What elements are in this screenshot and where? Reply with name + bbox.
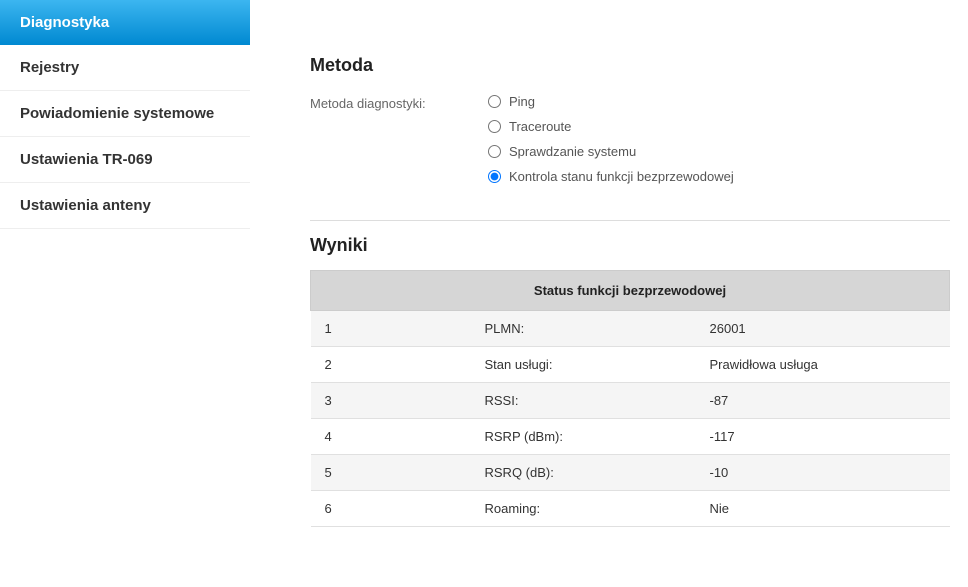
section-divider xyxy=(310,220,950,221)
results-table-header: Status funkcji bezprzewodowej xyxy=(311,271,950,311)
method-label: Metoda diagnostyki: xyxy=(310,94,488,111)
sidebar-item-anteny[interactable]: Ustawienia anteny xyxy=(0,183,250,229)
cell-idx: 2 xyxy=(311,347,471,383)
results-table: Status funkcji bezprzewodowej 1 PLMN: 26… xyxy=(310,270,950,527)
radio-option-wireless[interactable]: Kontrola stanu funkcji bezprzewodowej xyxy=(488,169,734,184)
radio-ping[interactable] xyxy=(488,95,501,108)
cell-val: -10 xyxy=(696,455,950,491)
table-row: 1 PLMN: 26001 xyxy=(311,311,950,347)
sidebar-item-tr069[interactable]: Ustawienia TR-069 xyxy=(0,137,250,183)
cell-key: RSRQ (dB): xyxy=(471,455,696,491)
main-content: Metoda Metoda diagnostyki: Ping Tracerou… xyxy=(250,0,968,587)
cell-idx: 4 xyxy=(311,419,471,455)
radio-wireless[interactable] xyxy=(488,170,501,183)
sidebar-item-powiadomienie[interactable]: Powiadomienie systemowe xyxy=(0,91,250,137)
cell-val: -87 xyxy=(696,383,950,419)
cell-val: 26001 xyxy=(696,311,950,347)
cell-idx: 6 xyxy=(311,491,471,527)
cell-key: PLMN: xyxy=(471,311,696,347)
radio-option-ping[interactable]: Ping xyxy=(488,94,734,109)
radio-traceroute[interactable] xyxy=(488,120,501,133)
table-row: 2 Stan usługi: Prawidłowa usługa xyxy=(311,347,950,383)
cell-val: Nie xyxy=(696,491,950,527)
radio-option-syscheck[interactable]: Sprawdzanie systemu xyxy=(488,144,734,159)
sidebar-item-diagnostyka[interactable]: Diagnostyka xyxy=(0,0,250,45)
cell-idx: 5 xyxy=(311,455,471,491)
cell-idx: 3 xyxy=(311,383,471,419)
cell-key: RSSI: xyxy=(471,383,696,419)
sidebar-item-label: Diagnostyka xyxy=(20,14,109,31)
radio-label: Kontrola stanu funkcji bezprzewodowej xyxy=(509,169,734,184)
radio-label: Ping xyxy=(509,94,535,109)
sidebar-item-label: Ustawienia anteny xyxy=(20,197,151,214)
method-section-title: Metoda xyxy=(310,55,950,76)
cell-val: -117 xyxy=(696,419,950,455)
method-radio-group: Ping Traceroute Sprawdzanie systemu Kont… xyxy=(488,94,734,184)
radio-label: Sprawdzanie systemu xyxy=(509,144,636,159)
results-section-title: Wyniki xyxy=(310,235,950,256)
method-form-row: Metoda diagnostyki: Ping Traceroute Spra… xyxy=(310,94,950,192)
cell-key: Stan usługi: xyxy=(471,347,696,383)
sidebar-item-rejestry[interactable]: Rejestry xyxy=(0,45,250,91)
cell-key: RSRP (dBm): xyxy=(471,419,696,455)
cell-key: Roaming: xyxy=(471,491,696,527)
cell-idx: 1 xyxy=(311,311,471,347)
radio-syscheck[interactable] xyxy=(488,145,501,158)
table-row: 5 RSRQ (dB): -10 xyxy=(311,455,950,491)
table-row: 4 RSRP (dBm): -117 xyxy=(311,419,950,455)
cell-val: Prawidłowa usługa xyxy=(696,347,950,383)
sidebar-item-label: Rejestry xyxy=(20,59,79,76)
radio-option-traceroute[interactable]: Traceroute xyxy=(488,119,734,134)
sidebar: Diagnostyka Rejestry Powiadomienie syste… xyxy=(0,0,250,587)
radio-label: Traceroute xyxy=(509,119,571,134)
table-row: 3 RSSI: -87 xyxy=(311,383,950,419)
table-row: 6 Roaming: Nie xyxy=(311,491,950,527)
sidebar-item-label: Ustawienia TR-069 xyxy=(20,151,153,168)
sidebar-item-label: Powiadomienie systemowe xyxy=(20,105,214,122)
